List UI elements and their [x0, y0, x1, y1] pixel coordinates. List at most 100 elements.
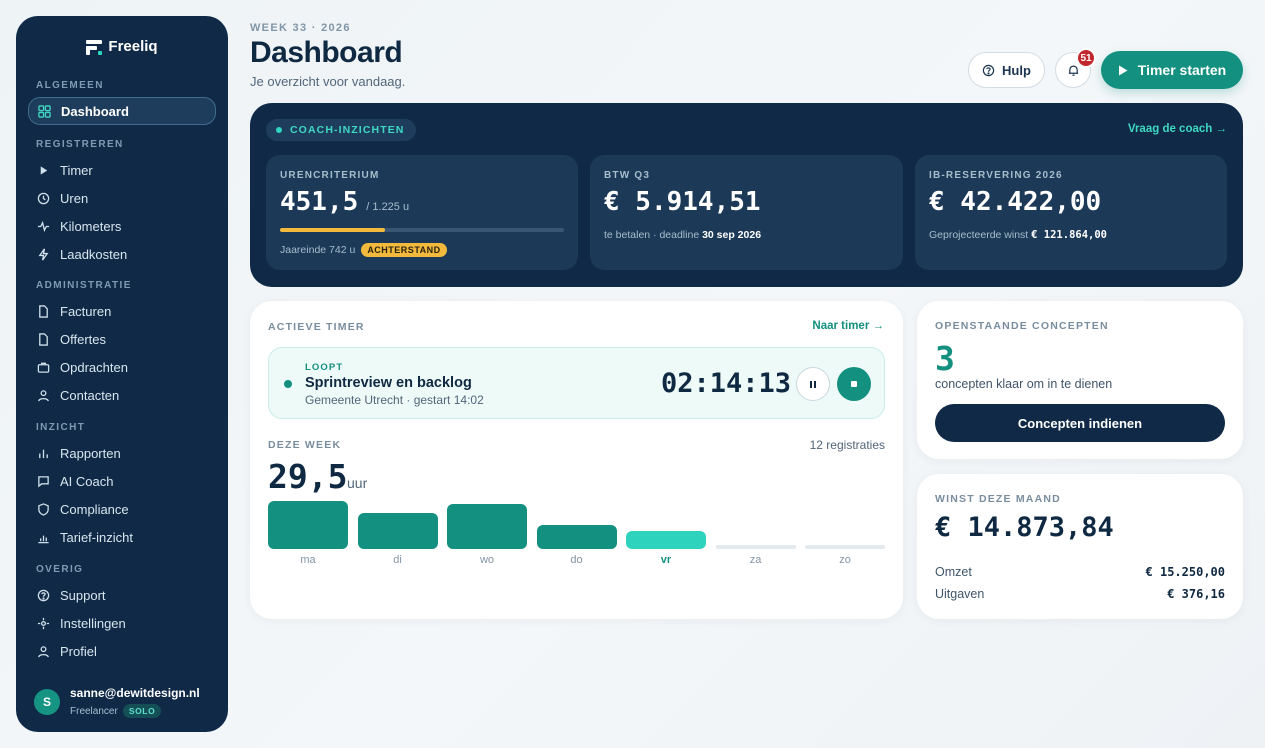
sidebar-item-support[interactable]: Support — [28, 581, 216, 609]
card-label: URENCRITERIUM — [280, 170, 380, 181]
section-label-overig: OVERIG — [36, 564, 84, 575]
week-bar-zo[interactable] — [805, 545, 885, 549]
day-label-di: di — [393, 554, 402, 566]
grid-icon — [38, 104, 51, 118]
sidebar-item-compliance[interactable]: Compliance — [28, 495, 216, 523]
shield-icon — [38, 502, 49, 516]
brand-name: Freeliq — [108, 38, 158, 55]
start-timer-label: Timer starten — [1137, 62, 1227, 78]
help-button-label: Hulp — [1002, 62, 1031, 78]
section-label-administratie: ADMINISTRATIE — [36, 280, 132, 291]
sidebar-item-label: Laadkosten — [60, 246, 128, 262]
sidebar: Freeliq ALGEMEEN Dashboard REGISTREREN T… — [16, 16, 228, 732]
coach-pill-label: COACH-INZICHTEN — [290, 124, 405, 136]
week-bar-wo[interactable] — [447, 504, 527, 549]
section-label-algemeen: ALGEMEEN — [36, 80, 104, 91]
timer-task: Sprintreview en backlog — [305, 375, 472, 391]
week-total-hours: 29,5 — [268, 457, 348, 496]
play-icon — [1118, 65, 1128, 75]
status-dot-icon — [276, 127, 282, 133]
start-timer-button[interactable]: Timer starten — [1101, 51, 1243, 89]
hours-progress-bar — [280, 228, 564, 232]
sidebar-item-facturen[interactable]: Facturen — [28, 297, 216, 325]
card-label: BTW Q3 — [604, 170, 651, 181]
expenses-value: € 376,16 — [1167, 587, 1225, 601]
sidebar-item-kilometers[interactable]: Kilometers — [28, 212, 216, 240]
sidebar-item-opdrachten[interactable]: Opdrachten — [28, 353, 216, 381]
sidebar-item-ai-coach[interactable]: AI Coach — [28, 467, 216, 495]
user-role: Freelancer — [70, 705, 118, 717]
vat-value: € 5.914,51 — [604, 187, 761, 217]
file-icon — [39, 332, 48, 346]
open-concepts-card: OPENSTAANDE CONCEPTEN 3 concepten klaar … — [917, 301, 1243, 459]
vat-deadline: 30 sep 2026 — [702, 229, 762, 241]
vat-card[interactable]: BTW Q3 € 5.914,51 te betalen · deadline … — [590, 155, 903, 270]
chart-icon — [38, 535, 49, 543]
revenue-label: Omzet — [935, 565, 972, 579]
pause-button[interactable] — [796, 367, 830, 401]
sidebar-item-timer[interactable]: Timer — [28, 156, 216, 184]
sidebar-item-contacten[interactable]: Contacten — [28, 381, 216, 409]
card-label: IB-RESERVERING 2026 — [929, 170, 1063, 181]
bell-icon — [1068, 65, 1078, 76]
day-label-zo: zo — [839, 554, 851, 566]
week-bar-di[interactable] — [357, 513, 438, 549]
sidebar-item-label: Offertes — [60, 331, 107, 347]
sidebar-item-label: Instellingen — [60, 615, 126, 631]
running-dot-icon — [284, 380, 292, 388]
year-end-text: Jaareinde 742 u — [280, 244, 356, 256]
running-timer: LOOPT Sprintreview en backlog Gemeente U… — [268, 347, 885, 419]
expenses-row: Uitgaven € 376,16 — [935, 587, 1225, 601]
vat-note: te betalen · deadline — [604, 229, 700, 241]
day-label-ma: ma — [300, 554, 316, 566]
projected-profit: € 121.864,00 — [1031, 229, 1107, 241]
sidebar-item-tarief-inzicht[interactable]: Tarief-inzicht — [28, 523, 216, 551]
user-icon — [38, 389, 49, 401]
sidebar-item-uren[interactable]: Uren — [28, 184, 216, 212]
submit-concepts-button[interactable]: Concepten indienen — [935, 404, 1225, 442]
sidebar-item-label: Uren — [60, 190, 89, 206]
notification-count-badge: 51 — [1076, 48, 1096, 68]
sidebar-item-dashboard[interactable]: Dashboard — [28, 97, 216, 125]
hours-progress-fill — [280, 228, 385, 232]
logo-icon — [86, 39, 104, 55]
ib-reservation-card[interactable]: IB-RESERVERING 2026 € 42.422,00 Geprojec… — [915, 155, 1227, 270]
sidebar-item-label: Dashboard — [61, 103, 129, 119]
to-timer-link[interactable]: Naar timer → — [812, 320, 884, 332]
day-label-za: za — [749, 554, 762, 566]
sidebar-item-label: Contacten — [60, 387, 120, 403]
ib-value: € 42.422,00 — [929, 187, 1102, 217]
chat-icon — [38, 475, 49, 488]
week-hours-chart — [268, 497, 885, 549]
user-profile[interactable]: S sanne@dewitdesign.nl Freelancer SOLO — [34, 686, 200, 718]
sidebar-item-laadkosten[interactable]: Laadkosten — [28, 240, 216, 268]
week-bar-ma[interactable] — [268, 501, 348, 549]
week-bar-za[interactable] — [715, 545, 796, 549]
help-button[interactable]: Hulp — [968, 52, 1045, 88]
help-icon — [37, 589, 50, 601]
hours-criterion-card[interactable]: URENCRITERIUM 451,5 / 1.225 u Jaareinde 7… — [266, 155, 578, 270]
bar-chart-icon — [39, 449, 48, 458]
hours-target: / 1.225 u — [366, 201, 410, 213]
sidebar-item-profiel[interactable]: Profiel — [28, 637, 216, 665]
week-label: WEEK 33 · 2026 — [250, 22, 351, 34]
profit-value: € 14.873,84 — [935, 512, 1114, 543]
brand-logo[interactable]: Freeliq — [16, 38, 228, 55]
timer-elapsed: 02:14:13 — [661, 368, 792, 399]
day-label-do: do — [570, 554, 583, 566]
sidebar-item-rapporten[interactable]: Rapporten — [28, 439, 216, 467]
week-label: DEZE WEEK — [268, 439, 342, 451]
section-label-registreren: REGISTREREN — [36, 139, 124, 150]
pause-icon — [810, 380, 816, 388]
sidebar-item-offertes[interactable]: Offertes — [28, 325, 216, 353]
coach-insights-pill: COACH-INZICHTEN — [266, 119, 416, 141]
card-label: ACTIEVE TIMER — [268, 321, 365, 333]
ask-coach-link[interactable]: Vraag de coach → — [1128, 123, 1227, 135]
week-bar-do[interactable] — [536, 525, 617, 549]
sidebar-item-instellingen[interactable]: Instellingen — [28, 609, 216, 637]
sidebar-item-label: Tarief-inzicht — [60, 529, 133, 545]
expenses-label: Uitgaven — [935, 587, 985, 601]
stop-button[interactable] — [837, 367, 871, 401]
revenue-value: € 15.250,00 — [1145, 565, 1225, 579]
week-bar-vr[interactable] — [626, 531, 706, 549]
